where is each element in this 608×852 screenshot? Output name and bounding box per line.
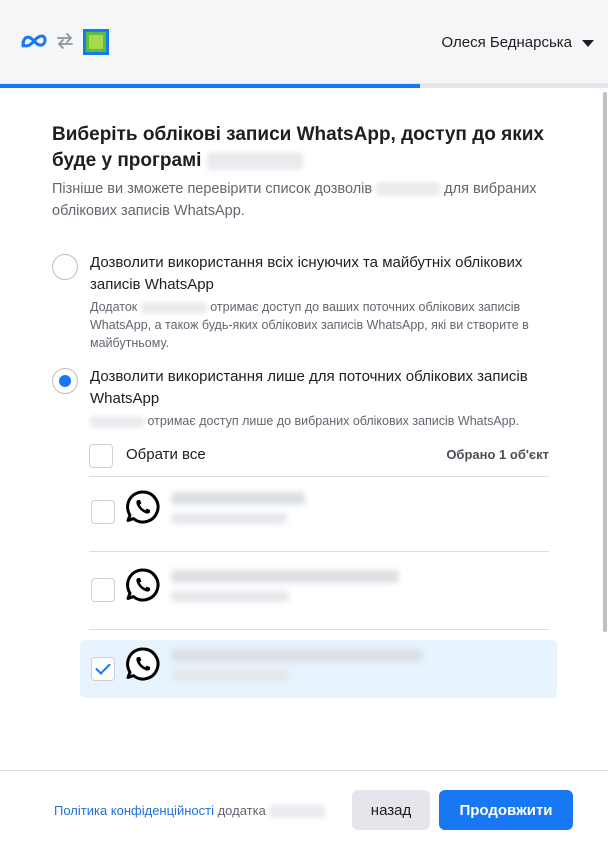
account-name-redacted <box>171 492 305 505</box>
page-title: Виберіть облікові записи WhatsApp, досту… <box>52 124 544 171</box>
app-name-redacted <box>376 182 441 197</box>
option-title: Дозволити використання всіх існуючих та … <box>90 254 523 293</box>
option-current-accounts[interactable]: Дозволити використання лише для поточних… <box>52 366 552 430</box>
account-row[interactable] <box>89 561 549 619</box>
account-phone-redacted <box>171 591 289 602</box>
account-row[interactable] <box>80 640 557 698</box>
account-phone-redacted <box>171 670 289 681</box>
divider <box>89 629 549 630</box>
app-icon <box>83 29 109 55</box>
account-row[interactable] <box>89 483 549 541</box>
select-all-label: Обрати все <box>126 446 206 463</box>
account-phone-redacted <box>171 513 287 524</box>
scrollbar[interactable] <box>603 92 607 632</box>
radio-all-accounts[interactable] <box>52 254 78 280</box>
account-checkbox[interactable] <box>91 657 115 681</box>
selected-count: Обрано 1 об'єкт <box>446 447 549 462</box>
app-name-redacted <box>206 151 303 170</box>
option-title: Дозволити використання лише для поточних… <box>90 368 528 407</box>
account-name-redacted <box>171 649 423 662</box>
whatsapp-icon <box>126 568 160 602</box>
progress-bar-fill <box>0 84 420 88</box>
back-button[interactable]: назад <box>352 790 430 830</box>
whatsapp-icon <box>126 490 160 524</box>
progress-bar <box>0 84 608 88</box>
chevron-down-icon <box>582 39 594 47</box>
app-name-redacted <box>140 301 207 314</box>
app-name-redacted <box>90 415 144 428</box>
divider <box>89 551 549 552</box>
privacy-policy-link[interactable]: Політика конфіденційності <box>54 803 214 818</box>
select-all-row[interactable]: Обрати все Обрано 1 об'єкт <box>89 440 549 472</box>
whatsapp-icon <box>126 647 160 681</box>
continue-button[interactable]: Продовжити <box>439 790 573 830</box>
page-subtitle: Пізніше ви зможете перевірити список доз… <box>52 181 537 219</box>
select-all-checkbox[interactable] <box>89 444 113 468</box>
radio-current-accounts[interactable] <box>52 368 78 394</box>
swap-arrows-icon <box>57 33 73 49</box>
user-name: Олеся Беднарська <box>441 33 572 51</box>
account-checkbox[interactable] <box>91 578 115 602</box>
app-name-redacted <box>269 805 326 818</box>
account-name-redacted <box>171 570 399 583</box>
option-description: отримає доступ лише до вибраних облікови… <box>90 412 552 430</box>
option-all-accounts[interactable]: Дозволити використання всіх існуючих та … <box>52 252 552 352</box>
header: Олеся Беднарська <box>0 0 608 84</box>
option-description: Додаток отримає доступ до ваших поточних… <box>90 300 529 350</box>
user-menu[interactable]: Олеся Беднарська <box>441 32 594 52</box>
meta-logo-icon <box>21 34 47 48</box>
divider <box>89 476 549 477</box>
footer-privacy-text: Політика конфіденційності додатка <box>54 803 326 818</box>
account-checkbox[interactable] <box>91 500 115 524</box>
main-content: Виберіть облікові записи WhatsApp, досту… <box>52 122 552 222</box>
footer: Політика конфіденційності додатка назад … <box>0 770 608 852</box>
account-list: Обрати все Обрано 1 об'єкт <box>80 440 557 698</box>
